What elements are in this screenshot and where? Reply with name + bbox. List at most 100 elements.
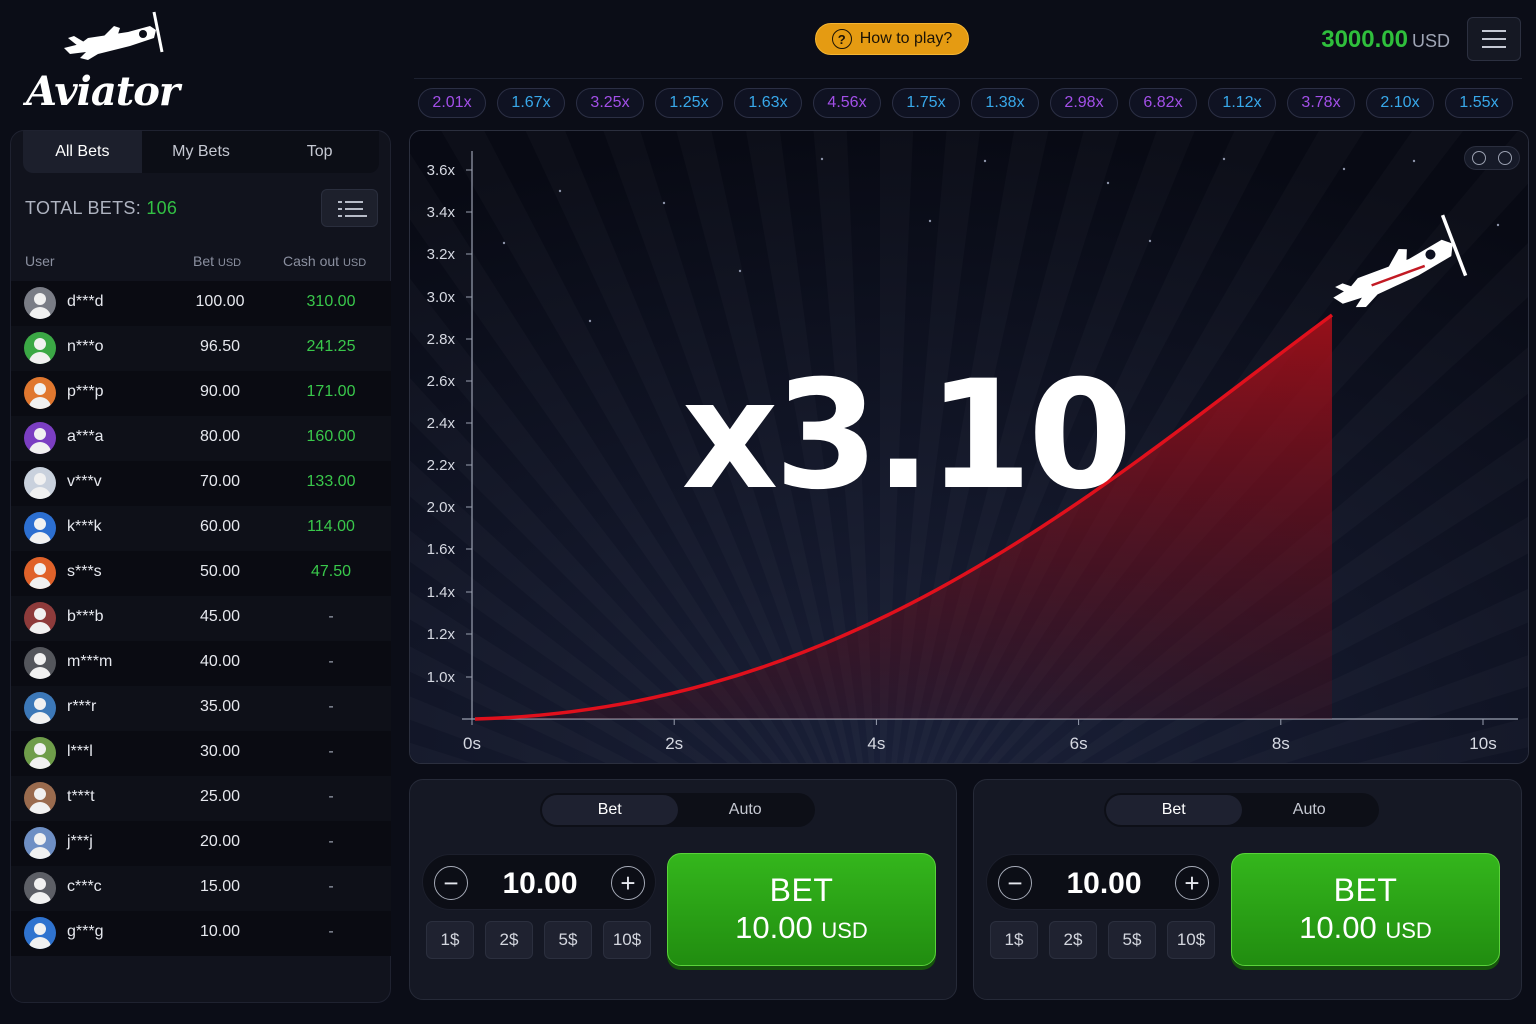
history-multiplier-pill[interactable]: 3.25x <box>576 88 644 118</box>
bet-user-name: c***c <box>67 878 102 895</box>
game-controls[interactable] <box>1464 146 1520 170</box>
bet-user-name: r***r <box>67 698 97 715</box>
user-avatar <box>24 917 56 949</box>
bet-cashout: - <box>328 743 334 760</box>
tab-auto[interactable]: Auto <box>1242 795 1378 825</box>
background-star <box>1496 223 1500 227</box>
increase-button[interactable]: + <box>1175 866 1209 900</box>
header-divider <box>414 78 1522 79</box>
bets-table-header: User Bet USD Cash out USD <box>25 253 385 273</box>
bet-row: l***l 30.00 - <box>11 731 391 776</box>
history-multiplier-pill[interactable]: 1.38x <box>971 88 1039 118</box>
user-avatar <box>24 872 56 904</box>
history-multiplier-pill[interactable]: 1.67x <box>497 88 565 118</box>
hamburger-line <box>1482 38 1506 40</box>
bet-mode-toggle: Bet Auto <box>540 793 815 827</box>
bet-panel-1: Bet Auto − 10.00 + 1$ 2$ 5$ 10$ BET 10.0… <box>409 779 957 1000</box>
bets-list: d***d 100.00 310.00 n***o 96.50 241.25 p***p 90… <box>11 281 392 956</box>
bet-button-currency: USD <box>821 918 868 943</box>
clock-icon[interactable] <box>1472 151 1486 165</box>
bets-tabs: All Bets My Bets Top <box>23 131 379 173</box>
how-to-play-button[interactable]: ? How to play? <box>815 23 969 55</box>
bet-cashout: 310.00 <box>306 293 356 310</box>
history-multiplier-pill[interactable]: 6.82x <box>1129 88 1197 118</box>
quick-amount-button[interactable]: 5$ <box>544 921 592 959</box>
bets-panel: All Bets My Bets Top TOTAL BETS: 106 Use… <box>10 130 391 1003</box>
hamburger-menu-button[interactable] <box>1467 17 1521 61</box>
logo-text: Aviator <box>26 68 180 115</box>
bet-row: r***r 35.00 - <box>11 686 391 731</box>
col-bet-unit: USD <box>217 257 242 269</box>
bet-user-name: m***m <box>67 653 113 670</box>
bet-row: g***g 10.00 - <box>11 911 391 956</box>
bet-row: v***v 70.00 133.00 <box>11 461 391 506</box>
bet-amount: 90.00 <box>199 383 241 400</box>
hamburger-line <box>1482 30 1506 32</box>
quick-amount-button[interactable]: 10$ <box>1167 921 1215 959</box>
tab-top[interactable]: Top <box>260 131 379 173</box>
history-multiplier-pill[interactable]: 4.56x <box>813 88 881 118</box>
bet-amount-stepper: − 10.00 + <box>986 854 1220 910</box>
user-avatar <box>24 737 56 769</box>
history-multiplier-pill[interactable]: 1.75x <box>892 88 960 118</box>
x-tick-label: 6s <box>1070 734 1088 753</box>
y-tick-label: 3.6x <box>427 162 456 179</box>
user-avatar <box>24 827 56 859</box>
history-multiplier-pill[interactable]: 1.55x <box>1445 88 1513 118</box>
quick-amounts: 1$ 2$ 5$ 10$ <box>990 921 1215 959</box>
history-multiplier-pill[interactable]: 2.10x <box>1366 88 1434 118</box>
history-multiplier-pill[interactable]: 1.25x <box>655 88 723 118</box>
history-multiplier-pill[interactable]: 2.98x <box>1050 88 1118 118</box>
bet-amount-input[interactable]: 10.00 <box>473 867 607 901</box>
x-tick-label: 4s <box>867 734 885 753</box>
bet-cashout: - <box>328 923 334 940</box>
tab-bet[interactable]: Bet <box>542 795 678 825</box>
quick-amount-button[interactable]: 2$ <box>485 921 533 959</box>
list-icon <box>345 215 367 217</box>
bet-cashout: 114.00 <box>307 518 355 535</box>
quick-amount-button[interactable]: 1$ <box>990 921 1038 959</box>
bet-user-name: k***k <box>67 518 102 535</box>
refresh-icon[interactable] <box>1498 151 1512 165</box>
history-multiplier-pill[interactable]: 2.01x <box>418 88 486 118</box>
decrease-button[interactable]: − <box>998 866 1032 900</box>
quick-amount-button[interactable]: 5$ <box>1108 921 1156 959</box>
quick-amount-button[interactable]: 10$ <box>603 921 651 959</box>
bet-cashout: 47.50 <box>310 563 352 580</box>
balance-currency: USD <box>1411 31 1450 51</box>
bet-amount-input[interactable]: 10.00 <box>1037 867 1171 901</box>
background-star <box>1148 239 1152 243</box>
bet-row: c***c 15.00 - <box>11 866 391 911</box>
history-multiplier-pill[interactable]: 3.78x <box>1287 88 1355 118</box>
bet-button[interactable]: BET 10.00 USD <box>1231 853 1500 966</box>
user-avatar <box>24 782 56 814</box>
user-avatar <box>24 692 56 724</box>
history-multiplier-pill[interactable]: 1.63x <box>734 88 802 118</box>
bet-row: t***t 25.00 - <box>11 776 391 821</box>
list-view-button[interactable] <box>321 189 378 227</box>
bet-amount: 100.00 <box>195 293 245 310</box>
quick-amount-button[interactable]: 1$ <box>426 921 474 959</box>
bet-user-name: l***l <box>67 743 93 760</box>
bet-button[interactable]: BET 10.00 USD <box>667 853 936 966</box>
history-multiplier-pill[interactable]: 1.12x <box>1208 88 1276 118</box>
bet-row: b***b 45.00 - <box>11 596 391 641</box>
user-avatar <box>24 602 56 634</box>
decrease-button[interactable]: − <box>434 866 468 900</box>
bet-amount: 40.00 <box>199 653 241 670</box>
increase-button[interactable]: + <box>611 866 645 900</box>
tab-auto[interactable]: Auto <box>678 795 814 825</box>
quick-amount-button[interactable]: 2$ <box>1049 921 1097 959</box>
bet-row: m***m 40.00 - <box>11 641 391 686</box>
bet-user-name: a***a <box>67 428 104 445</box>
bet-amount: 20.00 <box>199 833 241 850</box>
balance-amount: 3000.00 <box>1321 26 1408 53</box>
background-star <box>502 241 506 245</box>
bet-cashout: 241.25 <box>306 338 356 355</box>
tab-bet[interactable]: Bet <box>1106 795 1242 825</box>
bet-button-currency: USD <box>1385 918 1432 943</box>
tab-all-bets[interactable]: All Bets <box>23 131 142 173</box>
tab-my-bets[interactable]: My Bets <box>142 131 261 173</box>
aviator-logo: Aviator <box>18 6 188 118</box>
background-star <box>1106 181 1110 185</box>
